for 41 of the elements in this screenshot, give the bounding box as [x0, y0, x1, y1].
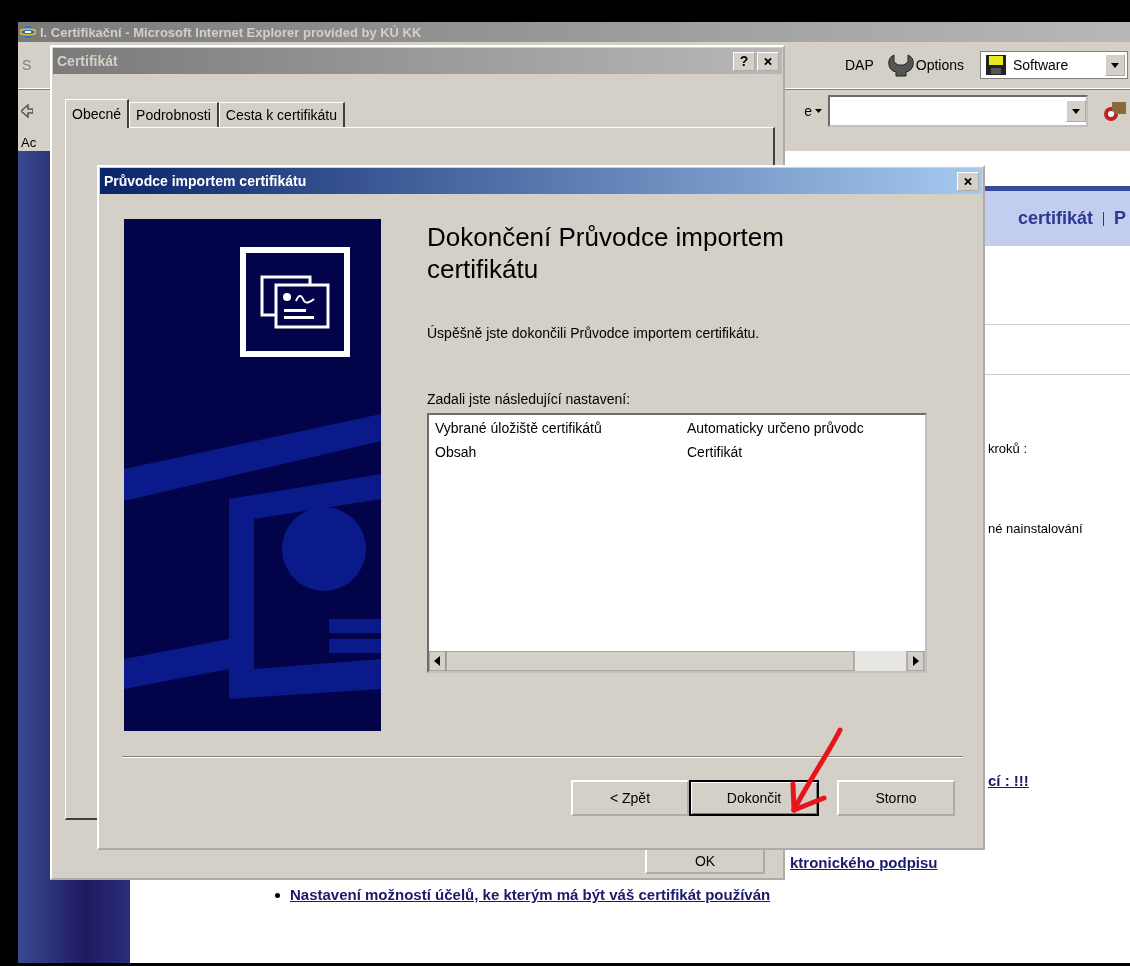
page-text: né nainstalování [988, 520, 1083, 538]
browser-icon [20, 24, 36, 40]
wizard-heading: Dokončení Průvodce importem certifikátu [427, 221, 785, 285]
wizard-button[interactable]: Storno [837, 780, 955, 816]
setting-name: Vybrané úložiště certifikátů [435, 420, 603, 438]
wizard-button[interactable]: Dokončit [689, 780, 819, 816]
dropdown-arrow-icon [1072, 108, 1080, 114]
page-text: kroků : [988, 440, 1027, 458]
settings-label: Zadali jste následující nastavení: [427, 391, 632, 407]
page-link[interactable]: Nastavení možností účelů, ke kterým má být váš certifikát používán [290, 886, 771, 904]
nav-link[interactable]: certifikát [1017, 208, 1093, 229]
page-link[interactable]: ktronického podpisu [790, 854, 938, 872]
toolbar-button[interactable]: DAP [836, 57, 882, 73]
options-button[interactable]: Options [887, 52, 964, 78]
address-combo-field[interactable] [828, 95, 1088, 127]
setting-value: Automaticky určeno průvodc [687, 420, 865, 438]
close-icon [964, 176, 972, 186]
tab[interactable]: Cesta k certifikátu [218, 102, 346, 127]
close-button[interactable] [957, 171, 979, 191]
tab[interactable]: Podrobnosti [129, 102, 219, 127]
floppy-icon [985, 54, 1007, 76]
dialog-title: Certifikát [57, 53, 118, 69]
close-icon [764, 56, 772, 66]
setting-value: Certifikát [687, 444, 744, 462]
certificate-icon [240, 247, 350, 357]
window-title: I. Certifikační - Microsoft Internet Explorer provided by KÚ KK [40, 24, 422, 40]
nav-link[interactable]: P [1114, 208, 1126, 229]
dialog-title: Průvodce importem certifikátu [104, 173, 307, 189]
caret-icon [815, 109, 822, 113]
setting-name: Obsah [435, 444, 478, 462]
back-arrow-icon[interactable] [21, 104, 33, 118]
success-message: Úspěšně jste dokončili Průvodce importem certifikátu. [427, 325, 761, 341]
bullet-icon [275, 892, 280, 898]
horizontal-scrollbar[interactable] [429, 651, 925, 671]
wrench-icon [887, 52, 914, 78]
links-label: Ac [21, 134, 37, 150]
wizard-button[interactable]: < Zpět [571, 780, 689, 816]
page-link[interactable]: cí : !!! [988, 772, 1029, 790]
tab[interactable]: Obecné [65, 99, 130, 128]
dropdown-arrow-icon [1111, 62, 1119, 68]
software-dropdown[interactable]: Software [980, 51, 1128, 79]
